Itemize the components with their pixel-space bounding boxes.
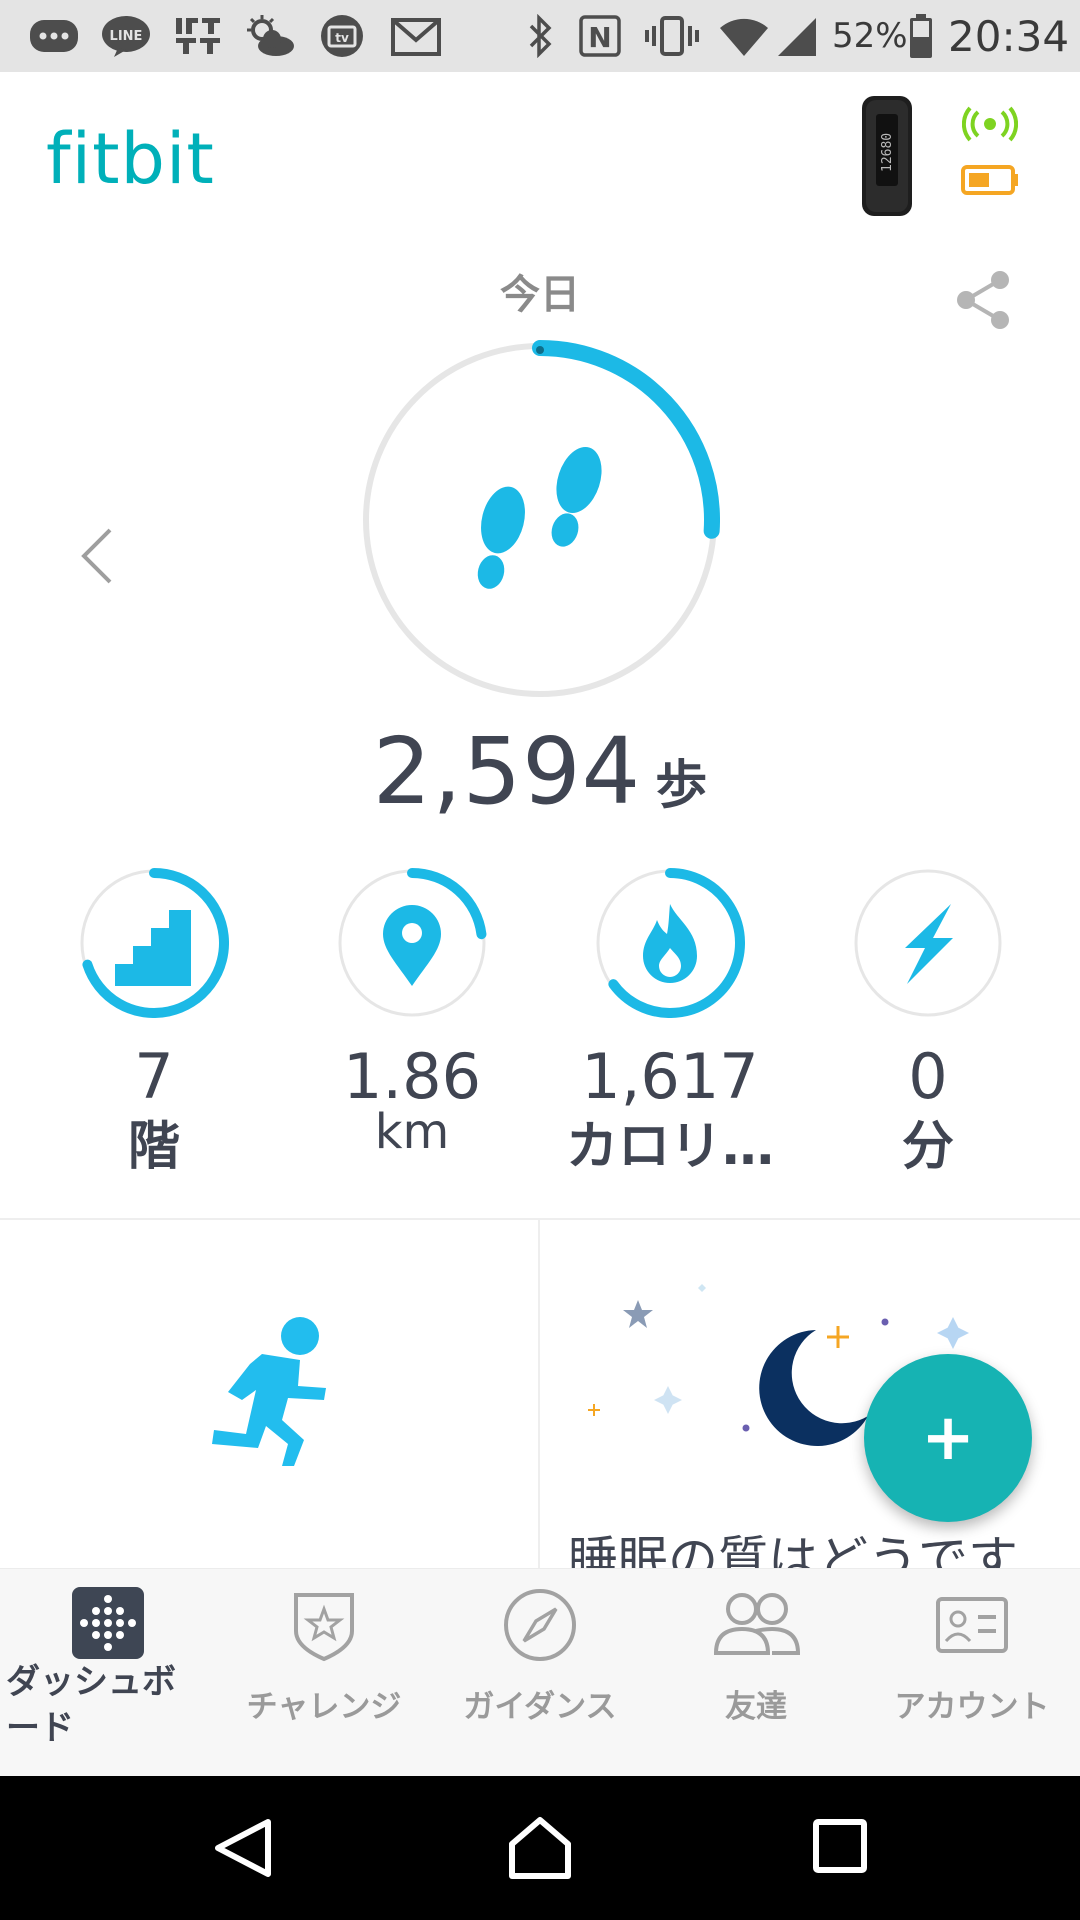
active-minutes-value: 0	[908, 1040, 948, 1113]
stairs-icon	[115, 910, 191, 986]
tv-app-icon: tv	[318, 14, 366, 58]
sleep-prompt: 睡眠の質はどうです	[568, 1531, 1018, 1568]
floors-unit: 階	[127, 1117, 180, 1177]
sync-signal-icon	[961, 106, 1019, 146]
running-person-icon	[212, 1317, 326, 1466]
battery-icon	[908, 14, 934, 58]
exercise-tile[interactable]	[0, 1220, 538, 1568]
calories-value: 1,617	[581, 1040, 759, 1113]
back-triangle-icon[interactable]	[212, 1816, 276, 1880]
svg-text:tv: tv	[335, 31, 349, 45]
floors-value: 7	[134, 1040, 174, 1113]
footprints-icon	[477, 447, 602, 589]
recent-apps-square-icon[interactable]	[812, 1818, 868, 1874]
distance-unit: km	[374, 1104, 450, 1160]
lightning-bolt-icon	[905, 904, 953, 984]
line-app-icon: LINE	[100, 14, 152, 58]
tab-account[interactable]: アカウント	[864, 1569, 1080, 1777]
add-button[interactable]: +	[864, 1354, 1032, 1522]
tab-challenges[interactable]: チャレンジ	[216, 1569, 432, 1777]
steps-count: 2,594 歩	[0, 718, 1080, 825]
system-navigation-bar	[0, 1776, 1080, 1920]
steps-unit: 歩	[655, 756, 708, 816]
bluetooth-icon	[524, 14, 556, 58]
wifi-icon	[718, 14, 770, 58]
steps-ring[interactable]	[360, 340, 720, 704]
svg-text:LINE: LINE	[110, 29, 143, 44]
tab-dashboard-label: ダッシュボード	[6, 1662, 176, 1748]
signal-icon	[776, 14, 820, 58]
date-label: 今日	[500, 272, 580, 318]
location-pin-icon	[383, 905, 441, 986]
challenge-badge-icon	[294, 1593, 354, 1662]
flame-icon	[643, 904, 697, 983]
compass-icon	[504, 1589, 576, 1661]
steps-number: 2,594	[372, 718, 642, 825]
tab-account-label: アカウント	[894, 1689, 1050, 1725]
tracker-device-icon[interactable]: 12680	[858, 94, 916, 222]
tab-friends-label: 友達	[725, 1689, 787, 1725]
account-card-icon	[936, 1597, 1008, 1653]
dashboard-dots-icon	[72, 1587, 144, 1659]
previous-day-chevron-icon[interactable]	[76, 524, 116, 592]
steps-ring-start-dot	[536, 346, 544, 354]
status-bar: LINE tv N 52% 20:34	[0, 0, 1080, 72]
clock: 20:34	[948, 12, 1070, 61]
fitbit-logo: fitbit	[46, 118, 215, 200]
tab-guidance[interactable]: ガイダンス	[432, 1569, 648, 1777]
svg-text:N: N	[588, 21, 611, 54]
bottom-navigation: ダッシュボード チャレンジ ガイダンス 友達 アカウント	[0, 1568, 1080, 1777]
battery-percent: 52%	[832, 16, 908, 56]
chat-bubble-icon	[28, 14, 80, 58]
tab-dashboard[interactable]: ダッシュボード	[0, 1569, 216, 1777]
gmail-icon	[390, 14, 442, 58]
home-icon[interactable]	[506, 1814, 574, 1882]
share-icon[interactable]	[952, 268, 1016, 336]
vibrate-icon	[644, 14, 700, 58]
tab-friends[interactable]: 友達	[648, 1569, 864, 1777]
active-minutes-unit: 分	[901, 1117, 954, 1177]
nfc-icon: N	[578, 14, 622, 58]
distance-value: 1.86	[342, 1040, 482, 1113]
weather-icon	[244, 14, 296, 58]
tracker-battery-icon	[960, 164, 1020, 200]
calories-unit: カロリ…	[565, 1117, 774, 1177]
tab-challenges-label: チャレンジ	[246, 1689, 402, 1725]
svg-text:12680: 12680	[880, 133, 895, 172]
tab-guidance-label: ガイダンス	[463, 1689, 617, 1725]
friends-icon	[713, 1593, 801, 1655]
ifttt-icon	[174, 14, 222, 58]
